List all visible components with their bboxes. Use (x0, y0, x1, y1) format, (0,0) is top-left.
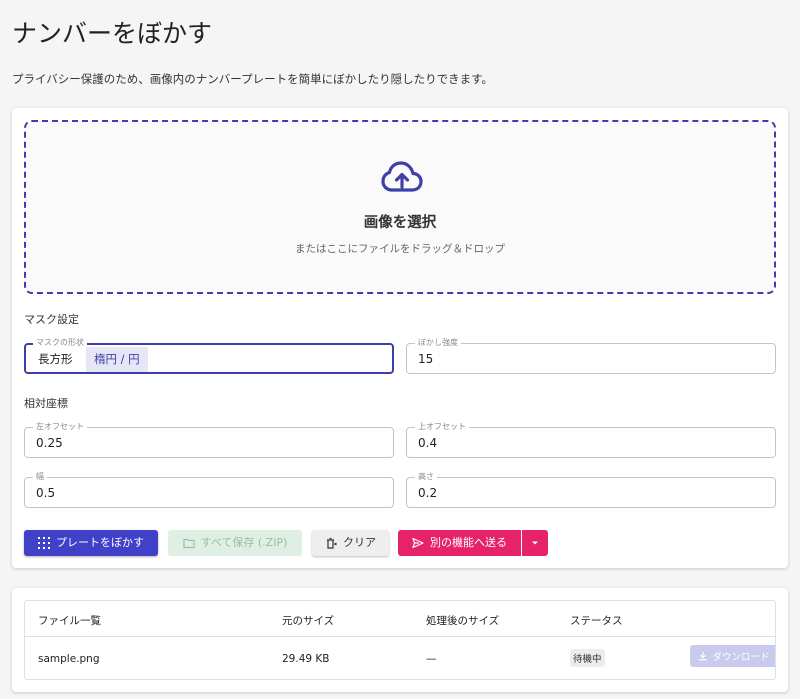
save-all-zip-button[interactable]: すべて保存 (.ZIP) (168, 530, 302, 556)
send-to-feature-label: 別の機能へ送る (430, 536, 507, 549)
width-value: 0.5 (36, 486, 56, 500)
height-label: 高さ (415, 472, 437, 482)
height-value: 0.2 (418, 486, 438, 500)
settings-card: 画像を選択 またはここにファイルをドラッグ＆ドロップ マスク設定 マスクの形状 … (12, 108, 788, 568)
save-all-zip-label: すべて保存 (.ZIP) (200, 536, 288, 549)
download-label: ダウンロード (712, 652, 770, 663)
processed-size: — (426, 653, 437, 665)
folder-icon (183, 538, 195, 549)
page-title: ナンバーをぼかす (12, 19, 213, 48)
file-name: sample.png (38, 653, 100, 665)
dropzone-title: 画像を選択 (363, 215, 437, 231)
width-field[interactable]: 幅 0.5 (24, 472, 394, 508)
relative-coords-label: 相対座標 (24, 397, 68, 410)
image-dropzone[interactable]: 画像を選択 またはここにファイルをドラッグ＆ドロップ (24, 120, 776, 294)
shape-option-rectangle[interactable]: 長方形 (30, 347, 81, 372)
clear-label: クリア (343, 536, 376, 549)
send-to-feature-button[interactable]: 別の機能へ送る (398, 530, 521, 556)
send-icon (412, 537, 424, 549)
column-header-file: ファイル一覧 (38, 615, 101, 627)
top-offset-field[interactable]: 上オフセット 0.4 (406, 422, 776, 458)
height-field[interactable]: 高さ 0.2 (406, 472, 776, 508)
grid-blur-icon (38, 537, 50, 549)
mask-shape-toggle: マスクの形状 長方形 楕円 / 円 (24, 338, 394, 374)
column-header-processed-size: 処理後のサイズ (426, 615, 500, 627)
top-offset-label: 上オフセット (415, 422, 469, 432)
send-menu-dropdown-button[interactable] (522, 530, 548, 556)
clear-all-icon (327, 537, 337, 549)
blur-plate-label: プレートをぼかす (56, 536, 144, 549)
column-header-status: ステータス (570, 615, 623, 627)
column-header-original-size: 元のサイズ (282, 615, 335, 627)
blur-plate-button[interactable]: プレートをぼかす (24, 530, 158, 556)
cloud-upload-icon (381, 161, 423, 192)
download-button[interactable]: ダウンロード (690, 645, 775, 667)
download-icon (699, 651, 708, 661)
left-offset-value: 0.25 (36, 436, 63, 450)
page-description: プライバシー保護のため、画像内のナンバープレートを簡単にぼかしたり隠したりできま… (12, 72, 493, 86)
shape-option-ellipse[interactable]: 楕円 / 円 (86, 347, 148, 372)
file-list-card: ファイル一覧 元のサイズ 処理後のサイズ ステータス sample.png 29… (12, 588, 788, 692)
status-badge: 待機中 (570, 649, 605, 667)
mask-settings-label: マスク設定 (24, 313, 79, 326)
left-offset-field[interactable]: 左オフセット 0.25 (24, 422, 394, 458)
clear-button[interactable]: クリア (312, 530, 389, 556)
top-offset-value: 0.4 (418, 436, 438, 450)
width-label: 幅 (33, 472, 47, 482)
file-table-header: ファイル一覧 元のサイズ 処理後のサイズ ステータス (25, 601, 775, 637)
caret-down-icon (532, 541, 538, 545)
blur-strength-label: ぼかし強度 (415, 338, 461, 348)
dropzone-subtitle: またはここにファイルをドラッグ＆ドロップ (295, 243, 505, 255)
blur-strength-field[interactable]: ぼかし強度 15 (406, 338, 776, 374)
original-size: 29.49 KB (282, 653, 330, 665)
left-offset-label: 左オフセット (33, 422, 87, 432)
file-table: ファイル一覧 元のサイズ 処理後のサイズ ステータス sample.png 29… (24, 600, 776, 680)
blur-strength-value: 15 (418, 352, 434, 366)
